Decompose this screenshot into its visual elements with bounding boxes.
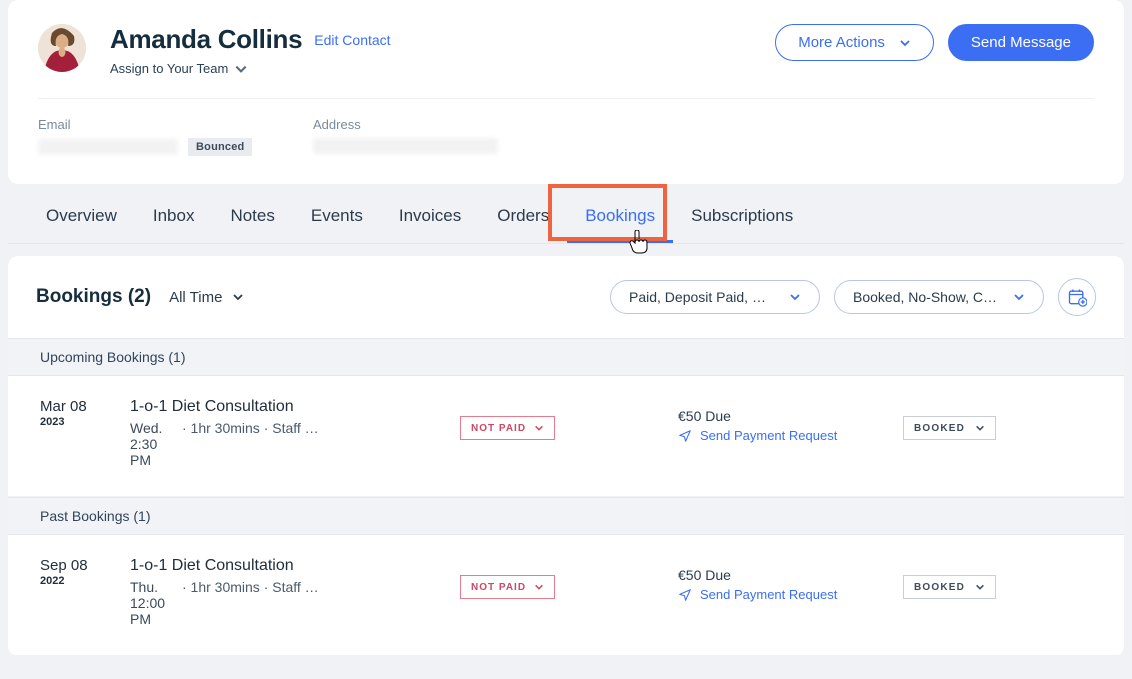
time-filter-label: All Time [169,289,222,306]
send-icon [678,588,692,602]
address-value-redacted [313,138,498,154]
chevron-down-icon [534,422,544,434]
send-payment-request-link[interactable]: Send Payment Request [678,428,903,443]
payment-filter-dropdown[interactable]: Paid, Deposit Paid, … [610,280,820,314]
payment-filter-label: Paid, Deposit Paid, … [629,289,766,305]
assign-team-label: Assign to Your Team [110,61,228,76]
new-booking-button[interactable] [1058,278,1096,316]
chevron-down-icon [975,422,985,434]
booking-status-label: BOOKED [914,423,965,434]
send-icon [678,429,692,443]
contact-header-card: Amanda Collins Edit Contact Assign to Yo… [8,0,1124,184]
chevron-down-icon [534,581,544,593]
send-message-label: Send Message [971,35,1071,50]
payment-status-label: NOT PAID [471,423,526,434]
address-label: Address [313,117,588,132]
status-filter-label: Booked, No-Show, C… [853,289,997,305]
booking-status-label: BOOKED [914,582,965,593]
chevron-down-icon [232,291,244,303]
send-payment-request-link[interactable]: Send Payment Request [678,587,903,602]
payment-status-pill[interactable]: NOT PAID [460,416,555,440]
edit-contact-link[interactable]: Edit Contact [314,32,390,48]
payment-status-label: NOT PAID [471,582,526,593]
service-name: 1-o-1 Diet Consultation [130,557,460,575]
send-payment-request-label: Send Payment Request [700,428,837,443]
tab-invoices[interactable]: Invoices [381,192,479,243]
tab-notes[interactable]: Notes [212,192,292,243]
chevron-down-icon [899,37,911,49]
bookings-card: Bookings (2) All Time Paid, Deposit Paid… [8,256,1124,656]
send-payment-request-label: Send Payment Request [700,587,837,602]
amount-due: €50 Due [678,567,903,583]
service-day: Thu. [130,579,182,595]
upcoming-section-header: Upcoming Bookings (1) [8,338,1124,376]
avatar[interactable] [38,24,86,72]
booking-year: 2022 [40,575,130,587]
tab-events[interactable]: Events [293,192,381,243]
service-day: Wed. [130,420,182,436]
tabs-bar: Overview Inbox Notes Events Invoices Ord… [8,184,1124,243]
assign-team-dropdown[interactable]: Assign to Your Team [110,61,775,76]
more-actions-label: More Actions [798,35,885,50]
tab-bookings[interactable]: Bookings [567,192,673,243]
booking-date: Sep 08 [40,557,130,574]
amount-due: €50 Due [678,408,903,424]
payment-status-pill[interactable]: NOT PAID [460,575,555,599]
bounced-badge: Bounced [188,138,252,156]
booking-status-pill[interactable]: BOOKED [903,575,996,599]
calendar-plus-icon [1067,287,1087,307]
booking-date: Mar 08 [40,398,130,415]
contact-name: Amanda Collins [110,24,302,55]
past-section-header: Past Bookings (1) [8,497,1124,535]
tab-overview[interactable]: Overview [28,192,135,243]
service-time: 2:30 PM [130,436,182,468]
service-time: 12:00 PM [130,595,182,627]
chevron-down-icon [1013,291,1025,303]
time-filter-dropdown[interactable]: All Time [169,289,244,306]
tab-inbox[interactable]: Inbox [135,192,213,243]
booking-row[interactable]: Sep 08 2022 1-o-1 Diet Consultation Thu.… [8,535,1124,656]
more-actions-button[interactable]: More Actions [775,24,934,61]
chevron-down-icon [789,291,801,303]
email-value-redacted [38,139,178,155]
service-meta: · 1hr 30mins · Staff … [182,420,319,436]
send-message-button[interactable]: Send Message [948,24,1094,61]
service-meta: · 1hr 30mins · Staff … [182,579,319,595]
chevron-down-icon [234,62,248,76]
status-filter-dropdown[interactable]: Booked, No-Show, C… [834,280,1044,314]
bookings-title: Bookings (2) [36,286,151,308]
tab-orders[interactable]: Orders [479,192,567,243]
booking-year: 2023 [40,416,130,428]
tab-subscriptions[interactable]: Subscriptions [673,192,811,243]
booking-status-pill[interactable]: BOOKED [903,416,996,440]
email-label: Email [38,117,313,132]
chevron-down-icon [975,581,985,593]
booking-row[interactable]: Mar 08 2023 1-o-1 Diet Consultation Wed.… [8,376,1124,497]
service-name: 1-o-1 Diet Consultation [130,398,460,416]
